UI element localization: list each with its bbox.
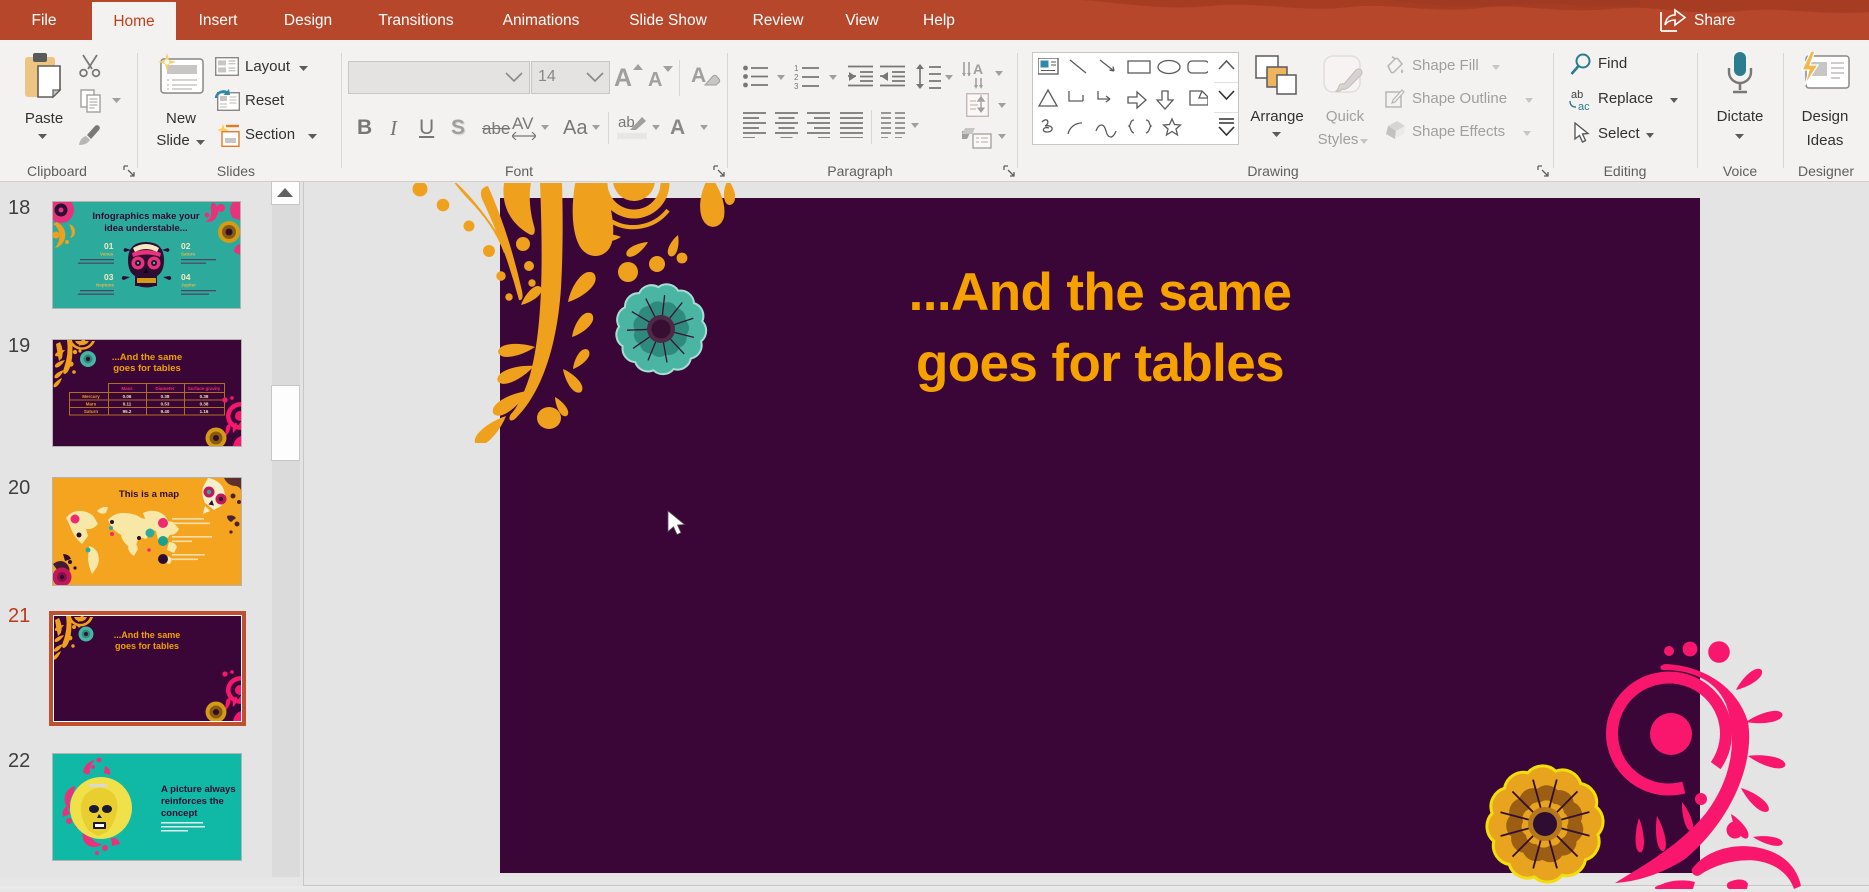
svg-text:A: A	[973, 62, 983, 77]
svg-text:0.06: 0.06	[123, 394, 132, 399]
svg-text:ab: ab	[1571, 89, 1583, 101]
svg-text:goes for tables: goes for tables	[115, 641, 179, 651]
svg-text:ac: ac	[1578, 101, 1590, 111]
svg-text:Neptune: Neptune	[96, 283, 114, 288]
svg-text:95.2: 95.2	[123, 409, 132, 414]
svg-text:idea understable...: idea understable...	[104, 223, 187, 234]
svg-text:01: 01	[104, 241, 114, 251]
svg-text:Surface gravity: Surface gravity	[188, 386, 221, 391]
svg-text:9.40: 9.40	[161, 409, 170, 414]
svg-text:0.11: 0.11	[123, 402, 132, 407]
svg-text:Mars: Mars	[86, 402, 97, 407]
svg-text:Infographics make your: Infographics make your	[92, 211, 199, 222]
svg-text:1: 1	[794, 64, 799, 73]
svg-text:Diameter: Diameter	[155, 386, 175, 391]
svg-text:Saturn: Saturn	[181, 252, 196, 257]
svg-text:Mass: Mass	[121, 386, 133, 391]
svg-text:1.16: 1.16	[200, 409, 209, 414]
svg-text:Jupiter: Jupiter	[181, 283, 196, 288]
svg-text:0.53: 0.53	[161, 402, 170, 407]
svg-text:2: 2	[794, 73, 799, 82]
svg-text:A picture always: A picture always	[161, 784, 236, 795]
svg-text:This is a map: This is a map	[119, 489, 179, 500]
svg-text:03: 03	[104, 272, 114, 282]
svg-text:Venus: Venus	[100, 252, 114, 257]
svg-text:...And the same: ...And the same	[112, 352, 182, 363]
svg-text:concept: concept	[161, 808, 198, 819]
svg-text:3: 3	[794, 82, 799, 89]
svg-text:02: 02	[181, 241, 191, 251]
svg-text:0.38: 0.38	[161, 394, 170, 399]
svg-text:0.38: 0.38	[200, 394, 209, 399]
svg-text:0.38: 0.38	[200, 402, 209, 407]
svg-text:Saturn: Saturn	[84, 409, 99, 414]
svg-text:Mercury: Mercury	[82, 394, 100, 399]
svg-text:reinforces the: reinforces the	[161, 796, 224, 807]
svg-text:...And the same: ...And the same	[114, 630, 181, 640]
svg-text:04: 04	[181, 272, 191, 282]
svg-text:goes for tables: goes for tables	[113, 363, 181, 374]
